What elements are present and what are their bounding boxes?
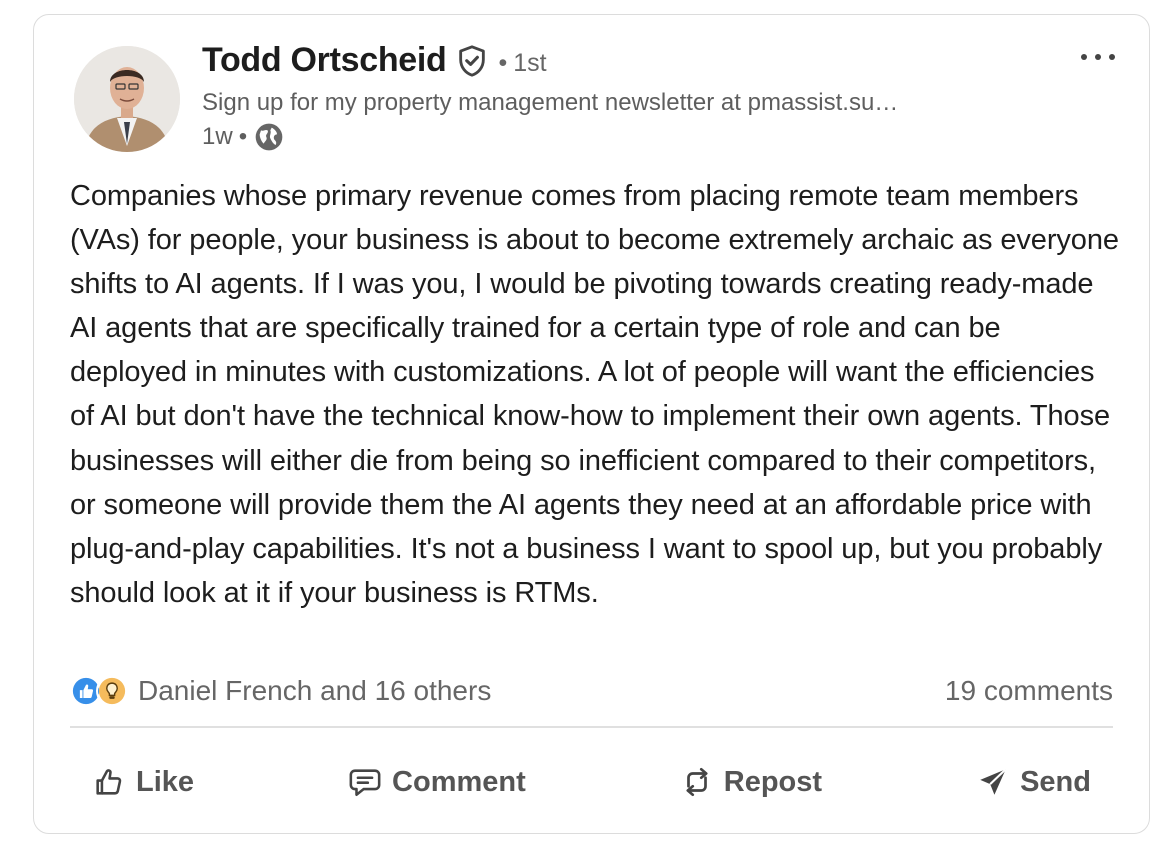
- reactions-text: Daniel French and 16 others: [138, 675, 492, 706]
- connection-degree: • 1st: [498, 49, 547, 77]
- send-paper-plane-icon: [976, 765, 1010, 799]
- author-headline: Sign up for my property management newsl…: [202, 89, 899, 116]
- send-label: Send: [1020, 765, 1091, 798]
- comment-label: Comment: [392, 765, 526, 798]
- action-bar: Like Comment Repost Send: [70, 751, 1113, 813]
- verified-shield-icon: [455, 44, 489, 78]
- post-text: Companies whose primary revenue comes fr…: [70, 180, 1119, 609]
- globe-icon: [253, 121, 285, 153]
- author-name[interactable]: Todd Ortscheid: [202, 41, 447, 80]
- repost-label: Repost: [723, 765, 823, 798]
- reactions-summary[interactable]: Daniel French and 16 others: [70, 675, 491, 707]
- insightful-reaction-icon: [96, 675, 128, 707]
- like-label: Like: [136, 765, 195, 798]
- post-meta: 1w •: [202, 121, 285, 153]
- comment-bubble-icon: [348, 765, 382, 799]
- repost-icon: [680, 765, 714, 799]
- post-card: Todd Ortscheid • 1st Sign up for my prope…: [33, 14, 1150, 834]
- thumbs-up-icon: [92, 765, 126, 799]
- post-time: 1w: [202, 123, 233, 150]
- author-row: Todd Ortscheid • 1st: [202, 41, 547, 80]
- comment-button[interactable]: Comment: [326, 751, 548, 813]
- repost-button[interactable]: Repost: [658, 751, 844, 813]
- degree-label: 1st: [513, 49, 547, 77]
- author-avatar[interactable]: [74, 46, 180, 152]
- like-button[interactable]: Like: [70, 751, 216, 813]
- reaction-icons: [70, 675, 128, 707]
- more-options-icon[interactable]: [1077, 41, 1119, 75]
- divider: [70, 726, 1113, 728]
- comments-count[interactable]: 19 comments: [945, 675, 1113, 707]
- send-button[interactable]: Send: [954, 751, 1113, 813]
- meta-separator: •: [238, 123, 248, 150]
